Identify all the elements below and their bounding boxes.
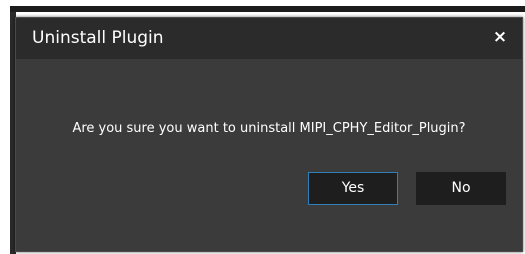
yes-button[interactable]: Yes	[308, 172, 398, 205]
confirmation-message: Are you sure you want to uninstall MIPI_…	[72, 121, 466, 136]
uninstall-plugin-dialog: Uninstall Plugin × Are you sure you want…	[15, 17, 523, 252]
no-button[interactable]: No	[416, 172, 506, 205]
close-icon[interactable]: ×	[490, 26, 510, 48]
dialog-title: Uninstall Plugin	[32, 28, 164, 48]
dialog-title-bar[interactable]: Uninstall Plugin ×	[16, 18, 522, 59]
background-window-edge-top	[10, 6, 525, 12]
